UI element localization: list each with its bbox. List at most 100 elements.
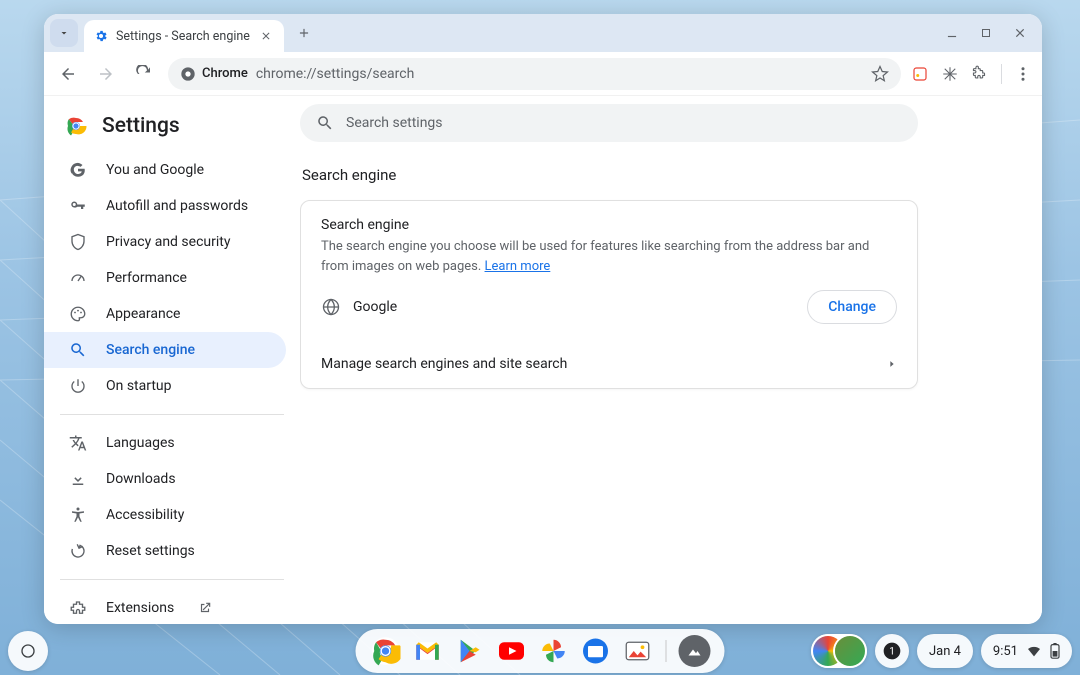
sidebar-item-accessibility[interactable]: Accessibility: [44, 497, 286, 533]
reload-button[interactable]: [130, 60, 158, 88]
chrome-logo-icon: [64, 114, 88, 138]
launcher-button[interactable]: [8, 631, 48, 671]
extension-icon-1[interactable]: [911, 65, 929, 83]
card-desc-text: The search engine you choose will be use…: [321, 239, 869, 274]
sidebar-item-appearance[interactable]: Appearance: [44, 296, 286, 332]
accessibility-icon: [68, 505, 88, 525]
search-settings-input[interactable]: Search settings: [300, 104, 918, 142]
sidebar-separator: [60, 414, 284, 415]
sidebar-item-reset[interactable]: Reset settings: [44, 533, 286, 569]
tab-bar: Settings - Search engine: [44, 14, 1042, 52]
window-controls: [944, 25, 1036, 41]
shield-icon: [68, 232, 88, 252]
sidebar-item-search-engine[interactable]: Search engine: [44, 332, 286, 368]
google-g-icon: [68, 160, 88, 180]
url-text: chrome://settings/search: [256, 66, 414, 82]
app-pinned[interactable]: [679, 635, 711, 667]
back-button[interactable]: [54, 60, 82, 88]
app-photos[interactable]: [538, 635, 570, 667]
close-tab-button[interactable]: [258, 28, 274, 44]
account-switcher[interactable]: [811, 634, 867, 668]
card-description: The search engine you choose will be use…: [321, 237, 897, 276]
section-title: Search engine: [302, 166, 982, 184]
change-button[interactable]: Change: [807, 290, 897, 324]
minimize-button[interactable]: [944, 25, 960, 41]
sidebar-item-label: Appearance: [106, 306, 180, 322]
app-chrome[interactable]: [370, 635, 402, 667]
current-engine-row: Google Change: [321, 290, 897, 324]
chromeos-shelf: 1 Jan 4 9:51: [0, 627, 1080, 675]
app-gallery[interactable]: [622, 635, 654, 667]
shelf-status-area: 1 Jan 4 9:51: [811, 634, 1072, 668]
sidebar-item-languages[interactable]: Languages: [44, 425, 286, 461]
page-title: Settings: [102, 114, 180, 138]
maximize-button[interactable]: [978, 25, 994, 41]
browser-window: Settings - Search engine Chrome chrom: [44, 14, 1042, 624]
key-icon: [68, 196, 88, 216]
search-settings-placeholder: Search settings: [346, 115, 443, 131]
status-tray[interactable]: 9:51: [981, 634, 1072, 668]
current-engine-name: Google: [353, 299, 397, 315]
site-chip-label: Chrome: [202, 66, 248, 81]
wifi-icon: [1026, 643, 1042, 659]
sidebar-item-extensions[interactable]: Extensions: [44, 590, 286, 624]
site-chip: Chrome: [180, 66, 248, 82]
battery-icon: [1050, 643, 1060, 659]
browser-menu-button[interactable]: [1014, 65, 1032, 83]
speedometer-icon: [68, 268, 88, 288]
learn-more-link[interactable]: Learn more: [485, 259, 551, 274]
sidebar-separator: [60, 579, 284, 580]
external-link-icon: [198, 601, 212, 615]
sidebar-item-label: Accessibility: [106, 507, 184, 523]
settings-sidebar: Settings You and Google Autofill and pas…: [44, 96, 300, 624]
forward-button[interactable]: [92, 60, 120, 88]
browser-tab[interactable]: Settings - Search engine: [84, 20, 284, 52]
shelf-time: 9:51: [993, 644, 1018, 659]
settings-header: Settings: [44, 108, 300, 152]
extensions-puzzle-icon[interactable]: [971, 65, 989, 83]
app-youtube[interactable]: [496, 635, 528, 667]
sidebar-item-you-and-google[interactable]: You and Google: [44, 152, 286, 188]
power-icon: [68, 376, 88, 396]
address-bar[interactable]: Chrome chrome://settings/search: [168, 58, 901, 90]
settings-main: Search settings Search engine Search eng…: [300, 96, 1042, 624]
app-gmail[interactable]: [412, 635, 444, 667]
close-window-button[interactable]: [1012, 25, 1028, 41]
manage-search-engines-row[interactable]: Manage search engines and site search: [301, 340, 917, 388]
tabs-dropdown-button[interactable]: [50, 19, 78, 47]
notification-count[interactable]: 1: [875, 634, 909, 668]
tab-title: Settings - Search engine: [116, 29, 250, 44]
sidebar-item-label: Search engine: [106, 342, 195, 358]
sidebar-item-label: Reset settings: [106, 543, 195, 559]
sidebar-item-autofill[interactable]: Autofill and passwords: [44, 188, 286, 224]
translate-icon: [68, 433, 88, 453]
new-tab-button[interactable]: [290, 19, 318, 47]
browser-toolbar: Chrome chrome://settings/search: [44, 52, 1042, 96]
sidebar-item-label: Autofill and passwords: [106, 198, 248, 214]
search-engine-card: Search engine The search engine you choo…: [300, 200, 918, 389]
search-icon: [68, 340, 88, 360]
sidebar-item-performance[interactable]: Performance: [44, 260, 286, 296]
puzzle-icon: [68, 598, 88, 618]
download-icon: [68, 469, 88, 489]
sidebar-item-privacy[interactable]: Privacy and security: [44, 224, 286, 260]
shelf-separator: [666, 640, 667, 662]
card-section-engine: Search engine The search engine you choo…: [301, 201, 917, 340]
bookmark-star-icon[interactable]: [871, 65, 889, 83]
chrome-icon: [180, 66, 196, 82]
app-play-store[interactable]: [454, 635, 486, 667]
toolbar-actions: [911, 64, 1032, 84]
sidebar-item-label: Downloads: [106, 471, 176, 487]
globe-icon: [321, 297, 341, 317]
reset-icon: [68, 541, 88, 561]
settings-content: Settings You and Google Autofill and pas…: [44, 96, 1042, 624]
app-files[interactable]: [580, 635, 612, 667]
sidebar-item-label: You and Google: [106, 162, 204, 178]
sidebar-item-downloads[interactable]: Downloads: [44, 461, 286, 497]
sidebar-item-label: Extensions: [106, 600, 174, 616]
sidebar-item-on-startup[interactable]: On startup: [44, 368, 286, 404]
extension-icon-2[interactable]: [941, 65, 959, 83]
sidebar-item-label: Languages: [106, 435, 175, 451]
sidebar-item-label: Performance: [106, 270, 187, 286]
date-pill[interactable]: Jan 4: [917, 634, 973, 668]
